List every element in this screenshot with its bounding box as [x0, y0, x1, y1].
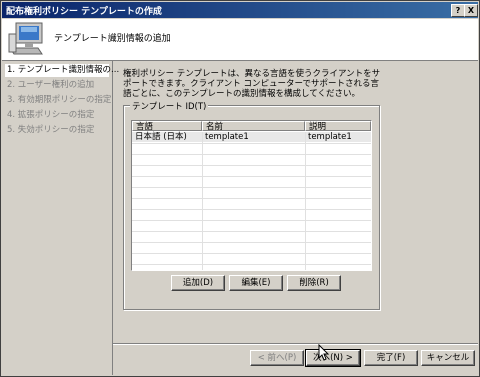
back-button[interactable]: < 前へ(P) — [250, 350, 304, 366]
title-bar: 配布権利ポリシー テンプレートの作成 ? X — [2, 2, 478, 18]
edit-button[interactable]: 編集(E) — [229, 275, 283, 291]
cell-name: template1 — [205, 132, 249, 142]
grid-line — [132, 209, 371, 210]
grid-line — [132, 242, 371, 243]
column-description[interactable]: 説明 — [305, 121, 371, 132]
step-list: 1. テンプレート識別情報の... 2. ユーザー権利の追加 3. 有効期限ポリ… — [2, 61, 119, 375]
grid-line — [132, 143, 371, 144]
list-header: 言語 名前 説明 — [132, 121, 371, 132]
wizard-window: 配布権利ポリシー テンプレートの作成 ? X テンプレート識別情報の追加 1. … — [0, 0, 480, 377]
grid-column-line — [305, 132, 306, 270]
delete-button[interactable]: 削除(R) — [287, 275, 341, 291]
help-button[interactable]: ? — [451, 4, 465, 17]
column-name[interactable]: 名前 — [202, 121, 305, 132]
step-4[interactable]: 4. 拡張ポリシーの指定 — [5, 109, 96, 122]
table-row[interactable]: 日本語 (日本) template1 template1 — [132, 132, 371, 142]
grid-line — [132, 253, 371, 254]
wizard-header: テンプレート識別情報の追加 — [2, 19, 478, 61]
window-title: 配布権利ポリシー テンプレートの作成 — [6, 7, 162, 17]
step-5[interactable]: 5. 失効ポリシーの指定 — [5, 124, 96, 137]
template-id-list[interactable]: 言語 名前 説明 日本語 (日本) template1 template1 — [131, 120, 372, 271]
step-3[interactable]: 3. 有効期限ポリシーの指定 — [5, 94, 113, 107]
add-button[interactable]: 追加(D) — [171, 275, 225, 291]
grid-line — [132, 220, 371, 221]
footer-separator — [113, 343, 478, 345]
grid-line — [132, 176, 371, 177]
grid-line — [132, 264, 371, 265]
next-button[interactable]: 次へ(N) > — [305, 349, 361, 367]
mouse-pointer-icon — [318, 344, 330, 361]
step-1[interactable]: 1. テンプレート識別情報の... — [5, 64, 119, 77]
grid-line — [132, 198, 371, 199]
grid-line — [132, 231, 371, 232]
cancel-button[interactable]: キャンセル — [421, 350, 475, 366]
column-language[interactable]: 言語 — [132, 121, 202, 132]
computer-icon — [8, 22, 43, 55]
grid-line — [132, 154, 371, 155]
cell-language: 日本語 (日本) — [135, 132, 187, 142]
description-text: 権利ポリシー テンプレートは、異なる言語を使うクライアントをサポートできます。ク… — [123, 69, 381, 99]
grid-line — [132, 187, 371, 188]
step-2[interactable]: 2. ユーザー権利の追加 — [5, 79, 96, 92]
close-button[interactable]: X — [464, 4, 478, 17]
finish-button[interactable]: 完了(F) — [364, 350, 418, 366]
main-panel: 権利ポリシー テンプレートは、異なる言語を使うクライアントをサポートできます。ク… — [113, 61, 478, 375]
grid-line — [132, 165, 371, 166]
grid-column-line — [202, 132, 203, 270]
template-id-group: テンプレート ID(T) 言語 名前 説明 日本語 (日本) template1… — [123, 100, 380, 310]
page-title: テンプレート識別情報の追加 — [54, 34, 171, 44]
cell-description: template1 — [308, 132, 352, 142]
group-label: テンプレート ID(T) — [130, 100, 209, 112]
